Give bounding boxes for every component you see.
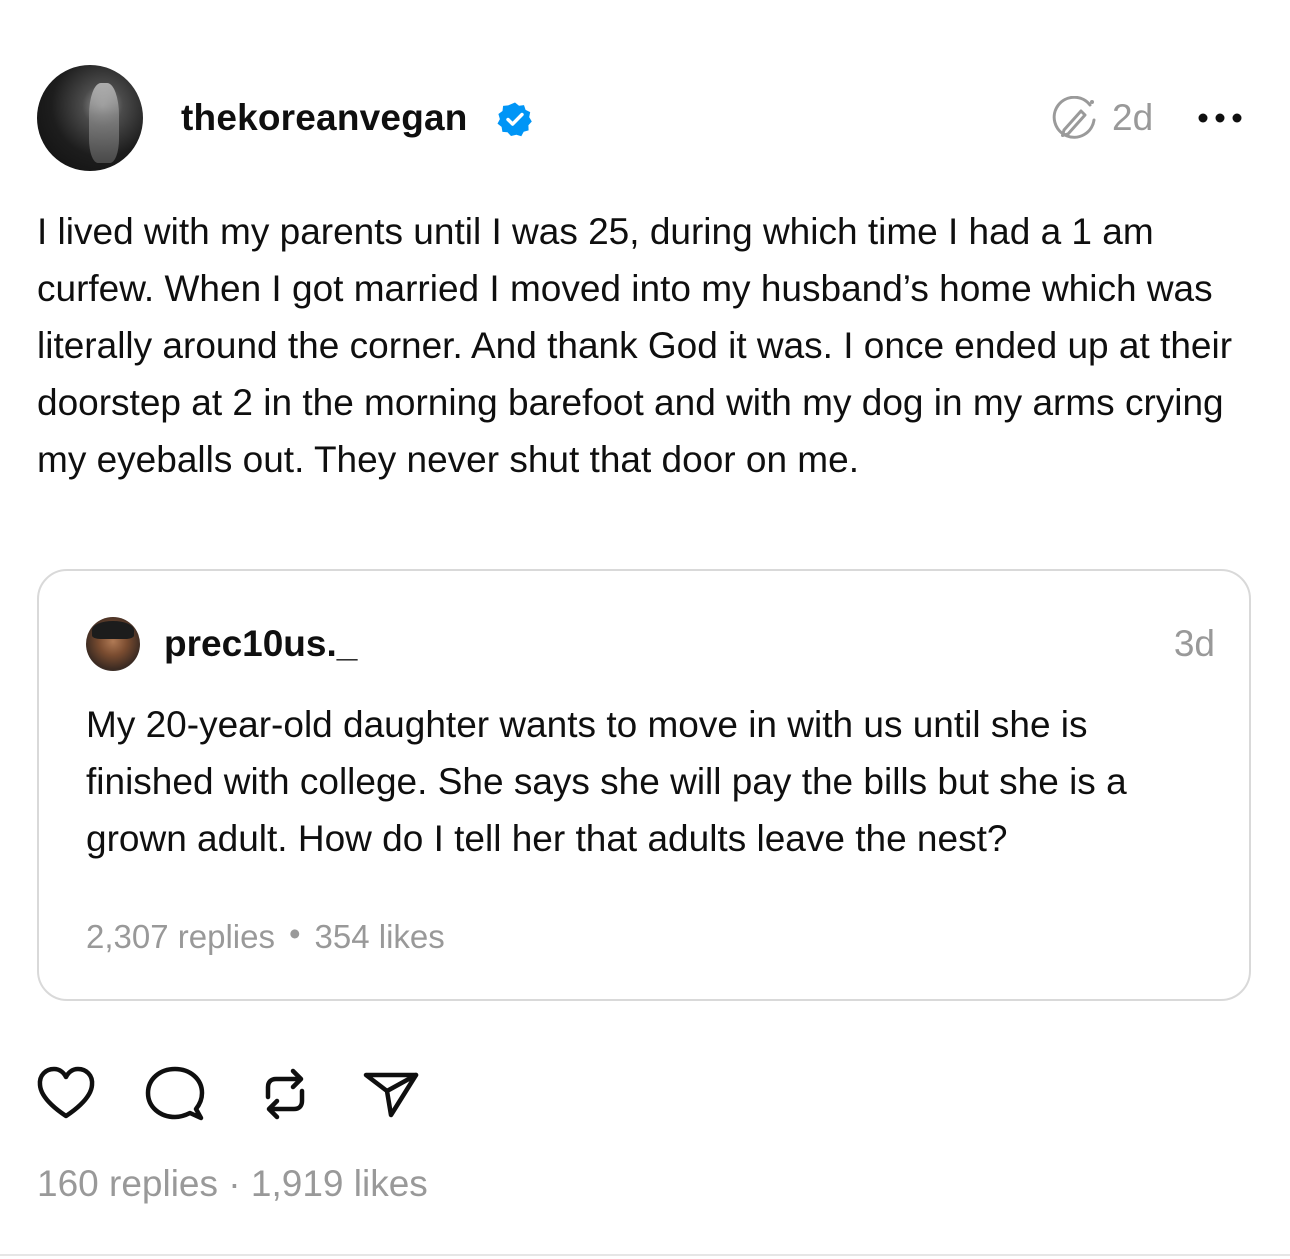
- quote-likes-count[interactable]: 354 likes: [315, 918, 445, 955]
- repost-icon: [265, 1068, 305, 1120]
- post-text: I lived with my parents until I was 25, …: [37, 211, 1233, 480]
- quote-author-username[interactable]: prec10us._: [164, 622, 357, 666]
- quoted-post-card[interactable]: prec10us._ 3d My 20-year-old daughter wa…: [37, 569, 1251, 1001]
- verified-badge-icon: [497, 102, 532, 137]
- quote-stats-separator: •: [288, 915, 301, 952]
- author-avatar[interactable]: [37, 65, 143, 171]
- more-icon[interactable]: [1195, 110, 1245, 126]
- quote-replies-count[interactable]: 2,307 replies: [86, 918, 275, 955]
- quote-stats: 2,307 replies • 354 likes: [86, 915, 445, 959]
- post-likes-count[interactable]: 1,919 likes: [251, 1163, 428, 1204]
- share-button[interactable]: [360, 1063, 422, 1125]
- author-username[interactable]: thekoreanvegan: [181, 96, 468, 140]
- post-time: 2d: [1112, 97, 1154, 138]
- send-icon: [363, 1072, 419, 1118]
- edited-icon: [1052, 96, 1096, 139]
- post-stats-separator: ·: [228, 1163, 241, 1204]
- post-stats: 160 replies · 1,919 likes: [37, 1162, 428, 1206]
- quote-text: My 20-year-old daughter wants to move in…: [86, 704, 1127, 859]
- like-button[interactable]: [35, 1063, 97, 1125]
- quote-author-avatar[interactable]: [86, 617, 140, 671]
- thread-post: thekoreanvegan 2d I lived with my parent…: [0, 0, 1290, 1259]
- avatar-photo-cap: [92, 621, 134, 639]
- quote-time: 3d: [1173, 623, 1215, 664]
- post-replies-count[interactable]: 160 replies: [37, 1163, 218, 1204]
- comment-icon: [145, 1066, 205, 1121]
- repost-button[interactable]: [254, 1063, 316, 1125]
- divider: [0, 1254, 1290, 1256]
- avatar-photo-figure: [89, 83, 119, 163]
- heart-icon: [37, 1066, 95, 1119]
- reply-button[interactable]: [144, 1063, 206, 1125]
